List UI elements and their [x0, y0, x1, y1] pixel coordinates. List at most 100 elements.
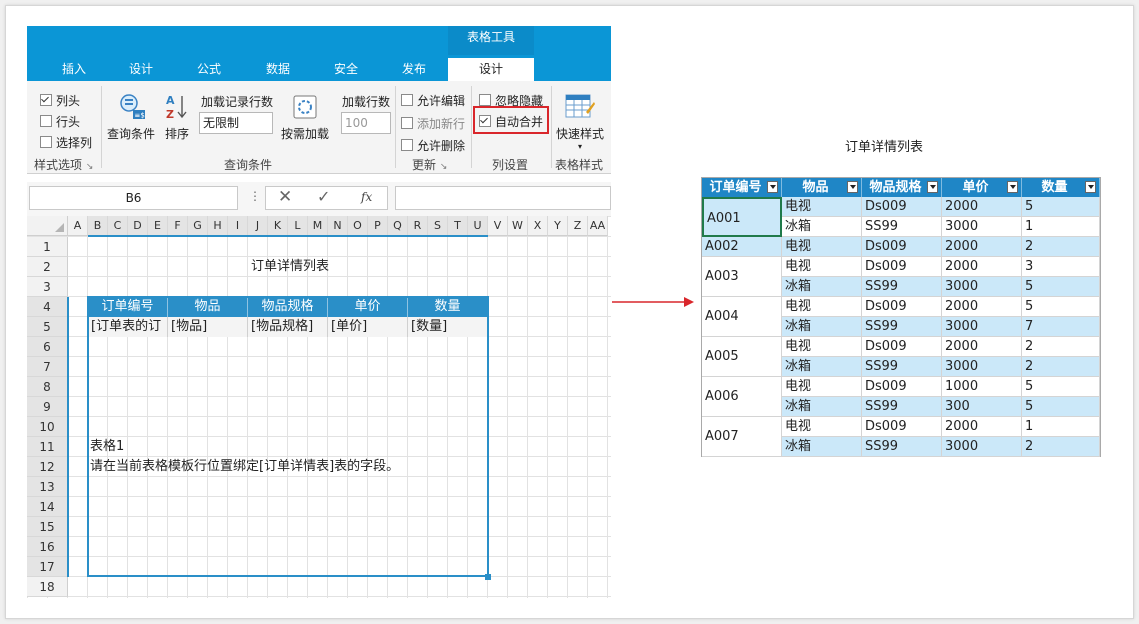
column-header-p[interactable]: P [368, 216, 388, 236]
result-data-cell[interactable]: 2000 [942, 417, 1022, 437]
result-data-cell[interactable]: 3000 [942, 217, 1022, 237]
tab-publish[interactable]: 发布 [390, 58, 438, 81]
row-header-17[interactable]: 17 [27, 557, 68, 577]
filter-dropdown-icon[interactable] [1085, 181, 1096, 193]
tab-design-main[interactable]: 设计 [117, 58, 165, 81]
result-data-cell[interactable]: 电视 [782, 377, 862, 397]
tab-table-design[interactable]: 设计 [448, 58, 534, 81]
result-data-cell[interactable]: 2 [1022, 237, 1100, 257]
column-header-e[interactable]: E [148, 216, 168, 236]
result-data-cell[interactable]: 1 [1022, 217, 1100, 237]
result-data-cell[interactable]: 3000 [942, 317, 1022, 337]
order-number-cell[interactable]: A001 [702, 197, 782, 237]
column-header-a[interactable]: A [68, 216, 88, 236]
column-header-t[interactable]: T [448, 216, 468, 236]
result-data-cell[interactable]: Ds009 [862, 417, 942, 437]
result-data-cell[interactable]: 电视 [782, 337, 862, 357]
column-header-l[interactable]: L [288, 216, 308, 236]
quick-style-icon[interactable] [564, 92, 596, 122]
result-data-cell[interactable]: SS99 [862, 277, 942, 297]
row-header-11[interactable]: 11 [27, 437, 68, 457]
result-data-cell[interactable]: Ds009 [862, 337, 942, 357]
row-header-5[interactable]: 5 [27, 317, 68, 337]
column-header-w[interactable]: W [508, 216, 528, 236]
result-data-cell[interactable]: Ds009 [862, 377, 942, 397]
row-header-1[interactable]: 1 [27, 237, 68, 257]
row-header-9[interactable]: 9 [27, 397, 68, 417]
result-data-cell[interactable]: 1000 [942, 377, 1022, 397]
filter-dropdown-icon[interactable] [1007, 181, 1018, 193]
tab-security[interactable]: 安全 [322, 58, 370, 81]
result-data-cell[interactable]: 1 [1022, 417, 1100, 437]
result-data-cell[interactable]: 电视 [782, 417, 862, 437]
result-data-cell[interactable]: 2000 [942, 297, 1022, 317]
tab-data[interactable]: 数据 [254, 58, 302, 81]
row-header-16[interactable]: 16 [27, 537, 68, 557]
result-data-cell[interactable]: 3 [1022, 257, 1100, 277]
quick-style-button[interactable]: 快速样式 [556, 125, 604, 142]
result-data-cell[interactable]: 冰箱 [782, 357, 862, 377]
column-header-j[interactable]: J [248, 216, 268, 236]
result-header-cell[interactable]: 物品 [782, 178, 862, 198]
result-header-cell[interactable]: 数量 [1022, 178, 1100, 198]
on-demand-load-icon[interactable] [292, 94, 318, 120]
row-header-6[interactable]: 6 [27, 337, 68, 357]
result-data-cell[interactable]: 冰箱 [782, 397, 862, 417]
column-header-h[interactable]: H [208, 216, 228, 236]
column-header-aa[interactable]: AA [588, 216, 608, 236]
result-data-cell[interactable]: 冰箱 [782, 317, 862, 337]
result-data-cell[interactable]: SS99 [862, 217, 942, 237]
cell-reference-box[interactable]: B6 [29, 186, 238, 210]
result-data-cell[interactable]: Ds009 [862, 237, 942, 257]
result-header-cell[interactable]: 订单编号 [702, 178, 782, 198]
on-demand-load-button[interactable]: 按需加载 [281, 125, 329, 142]
row-header-14[interactable]: 14 [27, 497, 68, 517]
column-header-k[interactable]: K [268, 216, 288, 236]
resize-handle[interactable] [485, 574, 491, 580]
order-number-cell[interactable]: A005 [702, 337, 782, 377]
result-data-cell[interactable]: 2000 [942, 337, 1022, 357]
result-data-cell[interactable]: 电视 [782, 257, 862, 277]
tab-formula[interactable]: 公式 [185, 58, 233, 81]
result-data-cell[interactable]: 2000 [942, 237, 1022, 257]
result-data-cell[interactable]: SS99 [862, 317, 942, 337]
query-condition-button[interactable]: 查询条件 [107, 125, 155, 142]
result-data-cell[interactable]: 2 [1022, 357, 1100, 377]
load-count-input[interactable]: 100 [341, 112, 391, 134]
column-header-r[interactable]: R [408, 216, 428, 236]
row-header-4[interactable]: 4 [27, 297, 68, 317]
column-header-m[interactable]: M [308, 216, 328, 236]
order-number-cell[interactable]: A007 [702, 417, 782, 457]
column-header-n[interactable]: N [328, 216, 348, 236]
cancel-icon[interactable]: ✕ [278, 187, 292, 207]
insert-function-icon[interactable]: fx [361, 190, 372, 204]
dialog-launcher-icon[interactable]: ↘ [440, 162, 448, 172]
dialog-launcher-icon[interactable]: ↘ [86, 162, 94, 172]
result-header-cell[interactable]: 单价 [942, 178, 1022, 198]
filter-dropdown-icon[interactable] [767, 181, 778, 193]
result-data-cell[interactable]: 3000 [942, 437, 1022, 457]
result-data-cell[interactable]: 2000 [942, 197, 1022, 217]
row-header-13[interactable]: 13 [27, 477, 68, 497]
result-data-cell[interactable]: 2 [1022, 437, 1100, 457]
result-data-cell[interactable]: 电视 [782, 197, 862, 217]
row-header-18[interactable]: 18 [27, 577, 68, 597]
query-condition-icon[interactable]: ≡$ [117, 92, 147, 122]
add-row-checkbox[interactable]: 添加新行 [401, 115, 465, 132]
result-data-cell[interactable]: 300 [942, 397, 1022, 417]
sheet-title[interactable]: 订单详情列表 [215, 257, 365, 277]
row-header-3[interactable]: 3 [27, 277, 68, 297]
result-data-cell[interactable]: 5 [1022, 197, 1100, 217]
column-header-s[interactable]: S [428, 216, 448, 236]
auto-merge-checkbox[interactable]: 自动合并 [479, 113, 543, 130]
allow-delete-checkbox[interactable]: 允许删除 [401, 137, 465, 154]
confirm-icon[interactable]: ✓ [317, 187, 330, 206]
result-data-cell[interactable]: 冰箱 [782, 437, 862, 457]
column-header-u[interactable]: U [468, 216, 488, 236]
result-data-cell[interactable]: SS99 [862, 397, 942, 417]
result-data-cell[interactable]: Ds009 [862, 197, 942, 217]
column-header-g[interactable]: G [188, 216, 208, 236]
result-data-cell[interactable]: 电视 [782, 237, 862, 257]
select-all-corner[interactable] [27, 216, 68, 236]
result-data-cell[interactable]: 3000 [942, 357, 1022, 377]
